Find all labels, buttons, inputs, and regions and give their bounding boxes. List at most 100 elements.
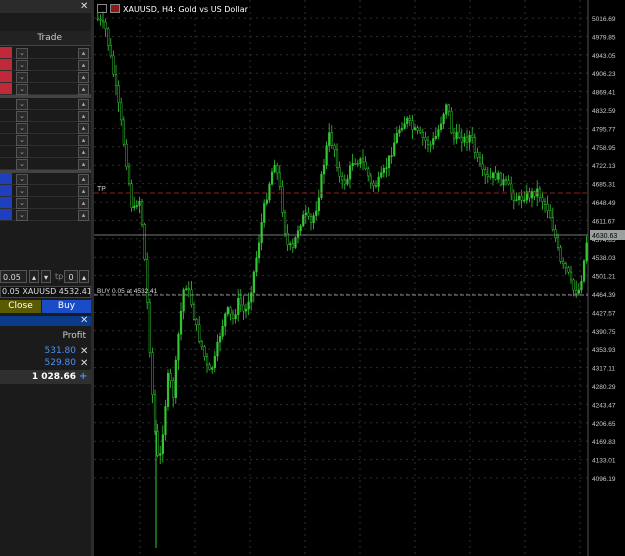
candle-body: [187, 288, 190, 291]
candle-body: [369, 175, 372, 184]
candle-body: [330, 132, 333, 146]
candle-body: [520, 195, 523, 201]
price-axis-label: 4795.77: [592, 126, 616, 133]
candle-body: [208, 364, 211, 370]
candle-body: [289, 243, 292, 246]
candle-body: [216, 341, 219, 357]
price-axis-label: 4427.57: [592, 310, 616, 317]
candle-body: [224, 313, 227, 327]
candle-body: [346, 178, 349, 185]
chart-title-text: XAUUSD, H4: Gold vs US Dollar: [123, 5, 248, 14]
candle-body: [182, 289, 185, 312]
price-axis-label: 4943.05: [592, 53, 616, 60]
candle-body: [424, 137, 427, 141]
candle-body: [302, 214, 305, 227]
candle-body: [304, 212, 307, 216]
candle-body: [101, 19, 105, 23]
candle-body: [109, 45, 112, 57]
price-axis-label: 4096.19: [592, 476, 616, 483]
candle-body: [367, 168, 370, 177]
candle-body: [255, 257, 258, 273]
candle-body: [450, 110, 453, 134]
price-axis-label: 4611.67: [592, 218, 615, 225]
price-axis-label: 4501.21: [592, 274, 616, 281]
candle-body: [473, 137, 476, 153]
candle-body: [213, 355, 216, 368]
candle-body: [387, 155, 391, 168]
candle-body: [200, 341, 203, 347]
candle-body: [263, 203, 266, 223]
candle-body: [556, 237, 560, 248]
candle-body: [408, 117, 411, 121]
candle-body: [533, 191, 536, 197]
candle-body: [161, 434, 164, 454]
candle-body: [575, 289, 578, 294]
candle-body: [465, 136, 469, 143]
candle-body: [273, 165, 276, 173]
candle-body: [494, 172, 497, 180]
candle-body: [400, 128, 404, 131]
candle-body: [146, 259, 149, 303]
candle-body: [159, 453, 162, 456]
candle-body: [257, 242, 261, 259]
candle-body: [172, 380, 175, 398]
buy-entry-label: BUY 0.05 at 4532.41: [97, 288, 158, 295]
candle-body: [333, 145, 336, 151]
candle-body: [445, 104, 448, 115]
candle-body: [270, 171, 274, 185]
candle-body: [218, 336, 222, 343]
candle-body: [395, 132, 398, 143]
chart-expert-icon[interactable]: [110, 4, 120, 13]
candle-body: [432, 138, 435, 145]
candle-body: [354, 162, 357, 165]
candle-body: [122, 119, 125, 145]
candle-body: [320, 173, 323, 199]
chart-title: XAUUSD, H4: Gold vs US Dollar: [97, 4, 248, 14]
candle-body: [96, 17, 99, 20]
candle-body: [364, 161, 367, 170]
candle-body: [265, 199, 268, 204]
candle-body: [543, 201, 547, 205]
candle-body: [338, 167, 341, 177]
candle-body: [283, 212, 287, 234]
candle-body: [190, 289, 193, 305]
candle-body: [380, 172, 383, 178]
candle-body: [497, 172, 500, 180]
candle-body: [426, 139, 430, 145]
candle-body: [434, 136, 437, 139]
candle-body: [551, 217, 554, 230]
price-axis-label: 4390.75: [592, 329, 616, 336]
candle-body: [148, 302, 151, 353]
candle-body: [468, 134, 471, 143]
candle-body: [239, 297, 242, 306]
chart-menu-icon[interactable]: [97, 4, 107, 13]
candle-body: [562, 261, 565, 264]
candle-body: [507, 180, 510, 185]
candle-body: [486, 174, 489, 177]
candle-body: [489, 176, 492, 178]
candle-body: [541, 197, 544, 202]
candle-body: [348, 165, 352, 180]
candle-body: [403, 123, 406, 129]
candle-body: [554, 229, 557, 238]
candle-body: [135, 205, 138, 207]
candle-body: [143, 224, 146, 260]
price-axis-label: 4206.65: [592, 421, 616, 428]
candle-body: [460, 137, 463, 143]
candle-body: [478, 157, 482, 165]
price-axis-label: 5016.69: [592, 16, 616, 23]
candle-body: [372, 182, 375, 186]
candle-body: [151, 352, 154, 396]
candle-body: [481, 163, 484, 170]
candle-body: [398, 129, 401, 134]
candle-body: [546, 204, 549, 211]
candle-body: [559, 247, 562, 262]
price-axis-label: 4353.93: [592, 347, 616, 354]
price-axis-label: 4722.13: [592, 163, 616, 170]
candle-body: [510, 183, 513, 194]
candle-body: [439, 123, 443, 130]
candle-body: [393, 142, 396, 156]
price-chart[interactable]: TP BUY 0.05 at 4532.41 5016.69 4979.85 494…: [0, 0, 625, 556]
candle-body: [195, 319, 198, 326]
candle-body: [317, 197, 320, 212]
